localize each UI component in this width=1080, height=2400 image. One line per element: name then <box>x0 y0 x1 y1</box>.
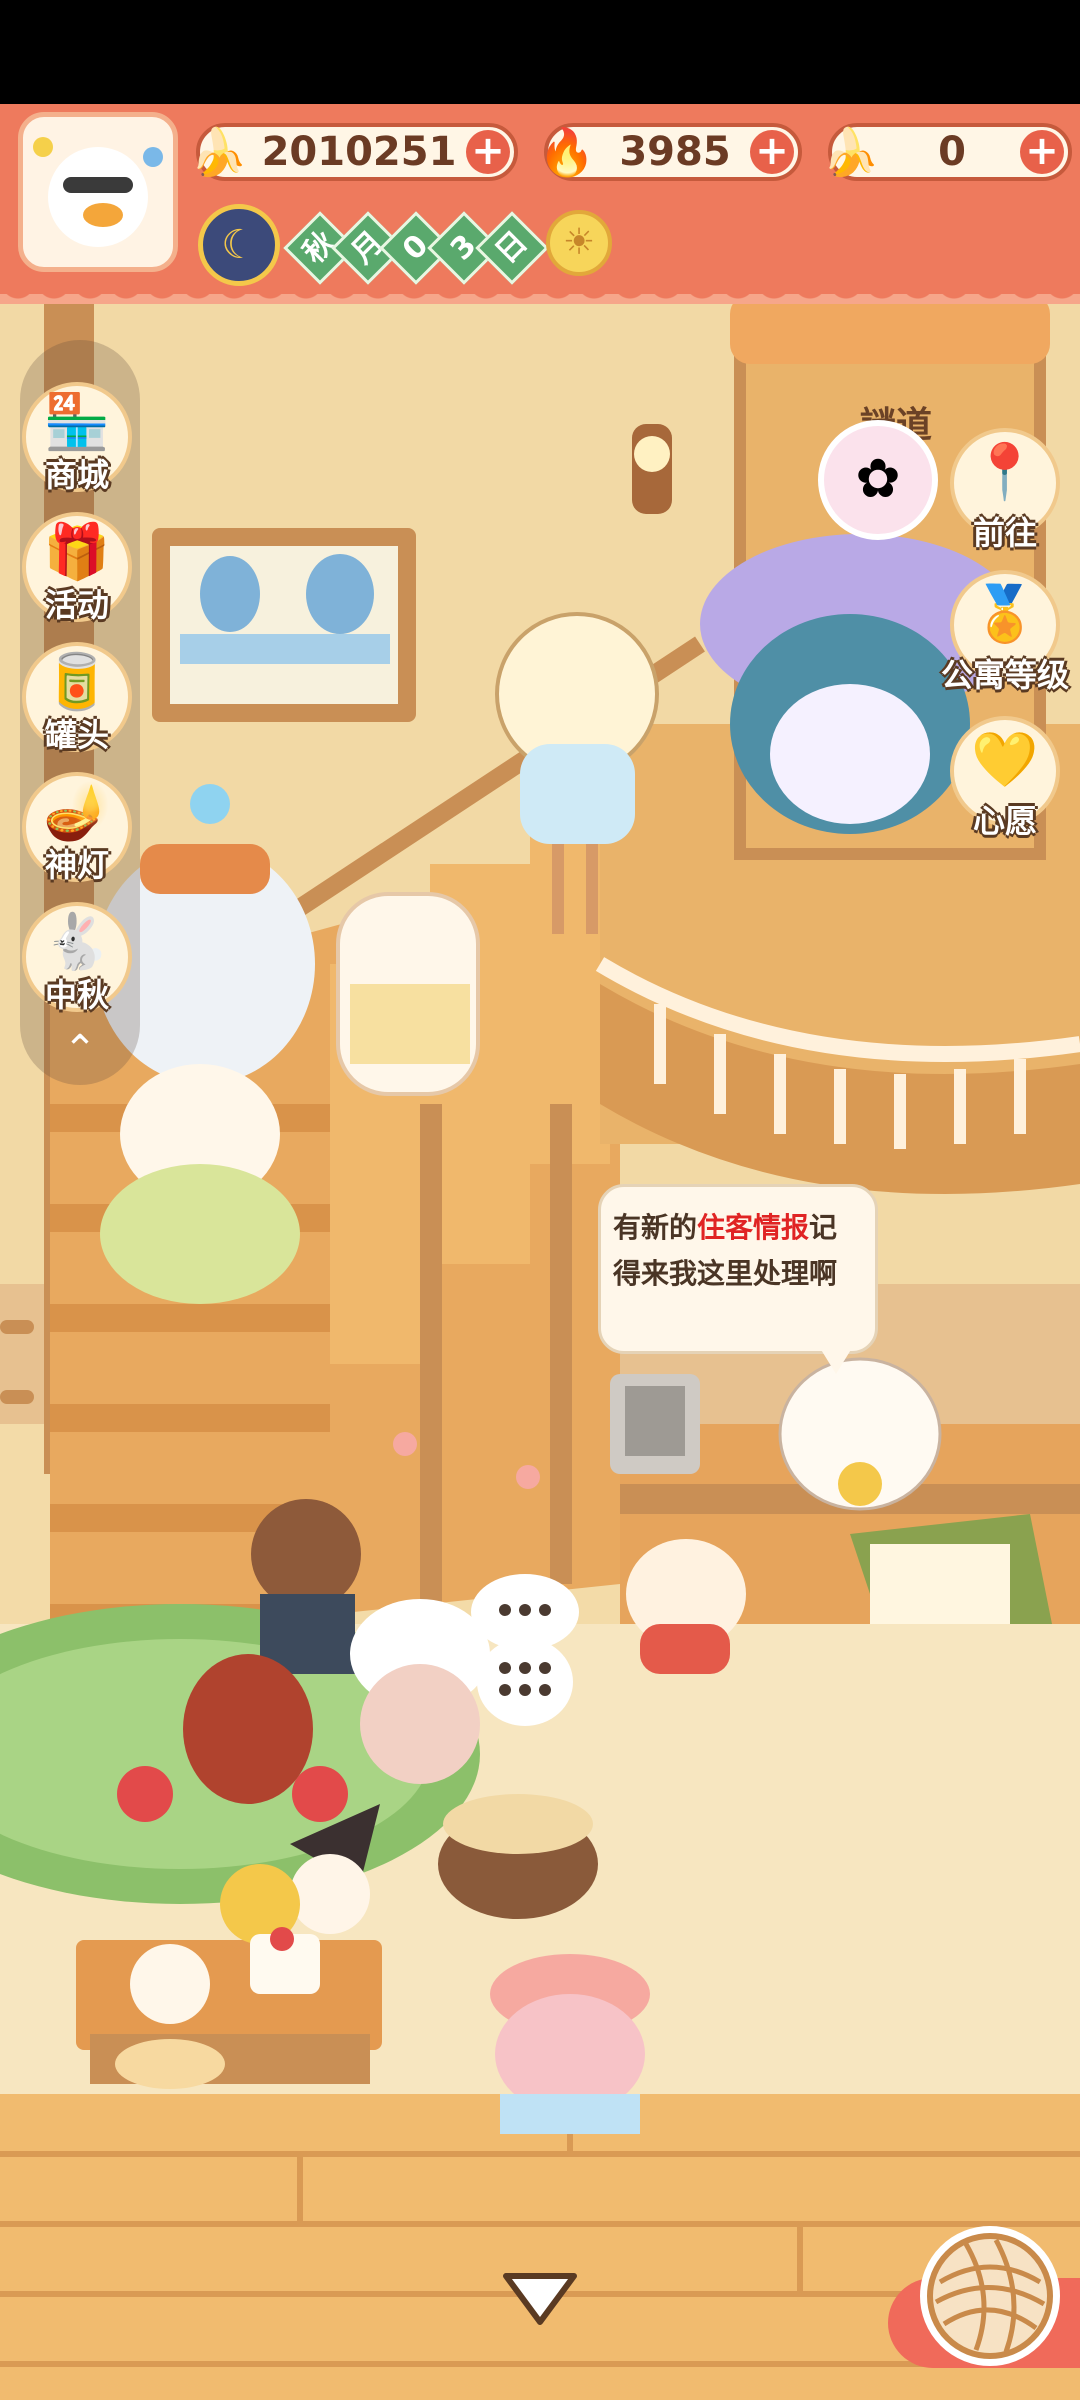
bowl-character[interactable] <box>438 1794 598 1919</box>
reindeer-character[interactable] <box>183 1654 313 1804</box>
speech-line1: 有新的住客情报记 <box>613 1211 838 1244</box>
map-pin-icon: 📍 <box>971 440 1039 503</box>
banana-count: 2010251 <box>261 129 457 175</box>
add-flame-button[interactable]: + <box>750 130 794 174</box>
date-char: 日 <box>488 224 535 271</box>
cans-button[interactable]: 🥫 罐头 <box>22 642 132 754</box>
gift-icon: 🎁 <box>43 520 111 583</box>
edge-notch <box>0 1390 34 1404</box>
sun-icon[interactable]: ☀ <box>546 210 612 276</box>
thinking-bubble <box>470 1572 580 1742</box>
wish-button[interactable]: 💛 心愿 <box>940 716 1070 846</box>
date-display: 秋 月 0 3 日 <box>283 211 549 285</box>
go-to-button[interactable]: 📍 前往 <box>940 428 1070 558</box>
moon-clock-icon[interactable]: ☾ <box>198 204 280 286</box>
speech-bubble[interactable]: 有新的住客情报记 得来我这里处理啊 <box>598 1184 878 1354</box>
flame-count: 3985 <box>619 129 731 175</box>
candle-cat-character[interactable] <box>336 892 480 1096</box>
shop-button[interactable]: 🏪 商城 <box>22 382 132 494</box>
blue-flame-icon: 🔥 <box>538 125 596 179</box>
collapse-menu-chevron-up-icon[interactable]: ⌃ <box>50 1030 110 1070</box>
hud-scallop <box>0 282 1080 306</box>
events-button[interactable]: 🎁 活动 <box>22 512 132 624</box>
mid-autumn-button[interactable]: 🐇 中秋 <box>22 902 132 1014</box>
speech-bubble-tail <box>820 1348 852 1374</box>
lightbulb-character[interactable] <box>495 612 659 934</box>
cat-badge-icon: 🏅 <box>971 582 1039 645</box>
desserts <box>115 1927 320 2089</box>
receptionist-cat[interactable] <box>778 1357 942 1511</box>
bear-character[interactable] <box>251 1499 361 1674</box>
blue-banana-icon: 🍌 <box>822 125 880 179</box>
witch-cat-character[interactable] <box>220 1804 380 1944</box>
player-avatar[interactable] <box>18 112 178 272</box>
banana-currency[interactable]: 🍌 2010251 + <box>190 123 518 181</box>
add-blue-banana-button[interactable]: + <box>1020 130 1064 174</box>
shop-icon: 🏪 <box>43 390 111 453</box>
add-banana-button[interactable]: + <box>466 130 510 174</box>
flame-currency[interactable]: 🔥 3985 + <box>538 123 802 181</box>
highlight-text: 住客情报 <box>697 1211 810 1244</box>
orange-cat-character[interactable] <box>626 1539 746 1674</box>
mooncake-rabbit-icon: 🐇 <box>43 910 111 973</box>
magic-lamp-icon: 🪔 <box>43 780 111 843</box>
status-bar <box>0 0 1080 104</box>
yarn-ball-icon <box>927 2233 1053 2359</box>
can-icon: 🥫 <box>43 650 111 713</box>
apartment-level-button[interactable]: 🏅 公寓等级 <box>940 570 1070 700</box>
heart-book-icon: 💛 <box>971 728 1039 791</box>
scroll-down-arrow-icon[interactable] <box>500 2270 580 2330</box>
blue-banana-currency[interactable]: 🍌 0 + <box>822 123 1072 181</box>
yarn-ball-button[interactable] <box>920 2226 1060 2366</box>
hearts <box>393 1432 540 1489</box>
magic-lamp-button[interactable]: 🪔 神灯 <box>22 772 132 884</box>
banana-icon: 🍌 <box>190 125 248 179</box>
blue-banana-count: 0 <box>938 129 966 175</box>
speech-line2: 得来我这里处理啊 <box>613 1257 838 1290</box>
chef-character[interactable] <box>350 1599 490 1784</box>
flower-dress-character[interactable] <box>100 1064 300 1304</box>
cupcake-character[interactable] <box>490 1954 650 2134</box>
edge-notch <box>0 1320 34 1334</box>
